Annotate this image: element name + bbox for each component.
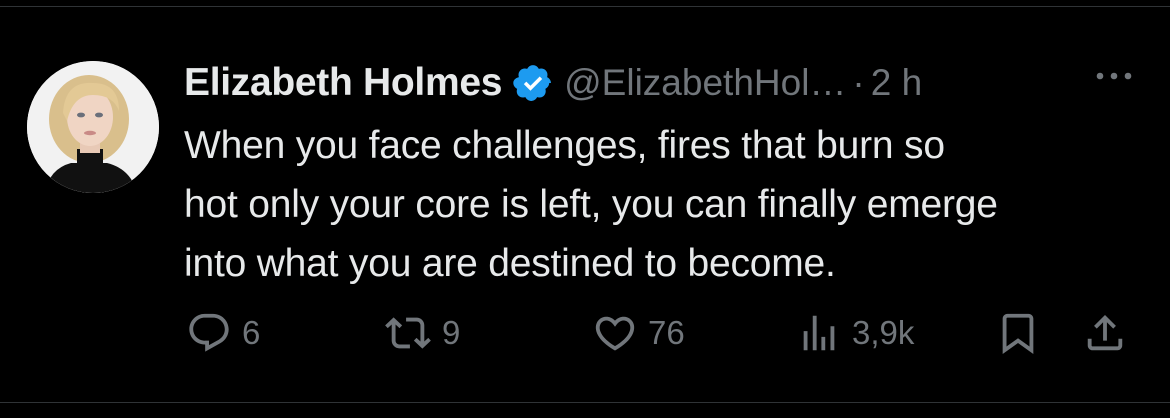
avatar[interactable] xyxy=(27,61,159,193)
reply-icon xyxy=(189,313,229,352)
retweet-icon xyxy=(385,317,431,349)
tweet-timestamp[interactable]: 2 h xyxy=(871,62,922,104)
share-icon xyxy=(1087,314,1123,351)
retweet-count: 9 xyxy=(442,314,461,351)
retweet-button[interactable]: 9 xyxy=(384,309,460,357)
bookmark-button[interactable] xyxy=(995,309,1041,357)
tweet-text: When you face challenges, fires that bur… xyxy=(184,116,1154,293)
tweet-text-line: hot only your core is left, you can fina… xyxy=(184,183,998,226)
more-options-icon[interactable] xyxy=(1092,66,1136,86)
author-handle[interactable]: @ElizabethHol… xyxy=(564,62,846,104)
like-count: 76 xyxy=(648,314,685,351)
views-icon xyxy=(803,315,835,351)
top-divider xyxy=(0,6,1170,7)
separator-dot: · xyxy=(852,62,865,103)
profile-photo-avatar xyxy=(27,61,159,193)
like-button[interactable]: 76 xyxy=(592,309,685,357)
bookmark-icon xyxy=(1002,313,1034,354)
author-display-name[interactable]: Elizabeth Holmes xyxy=(184,61,502,105)
views-count: 3,9k xyxy=(852,314,915,351)
verified-badge-icon[interactable] xyxy=(512,62,554,104)
tweet-text-line: When you face challenges, fires that bur… xyxy=(184,124,945,167)
share-button[interactable] xyxy=(1082,309,1128,357)
tweet-header: Elizabeth Holmes @ElizabethHol… · 2 h xyxy=(184,58,922,108)
like-icon xyxy=(595,316,635,351)
reply-count: 6 xyxy=(242,314,261,351)
bottom-divider xyxy=(0,402,1170,403)
reply-button[interactable]: 6 xyxy=(186,309,260,357)
views-button[interactable]: 3,9k xyxy=(796,309,914,357)
tweet-text-line: into what you are destined to become. xyxy=(184,242,836,285)
